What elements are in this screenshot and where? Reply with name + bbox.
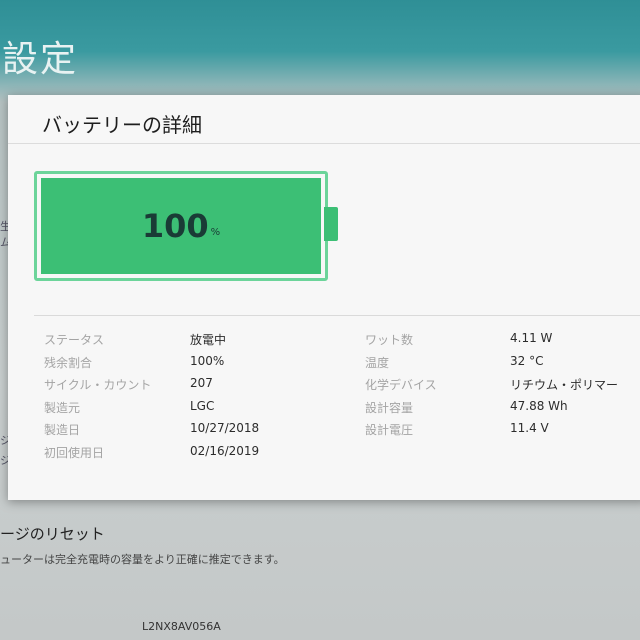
detail-label-chemistry: 化学デバイス <box>365 378 437 392</box>
detail-value-temperature: 32 °C <box>510 353 544 368</box>
detail-value-first-use-date: 02/16/2019 <box>190 443 260 458</box>
detail-value-design-voltage: 11.4 V <box>510 421 549 435</box>
detail-label-design-voltage: 設計電圧 <box>365 423 414 437</box>
battery-charge-value: 100 <box>141 207 209 245</box>
battery-details-dialog: バッテリーの詳細 100 % ステータス 残余割合 サイクル・カウント 製造元 … <box>8 95 640 500</box>
info-divider <box>34 315 640 316</box>
detail-value-design-capacity: 47.88 Wh <box>510 398 568 413</box>
reset-section-title: ージのリセット <box>0 525 105 543</box>
detail-label-manufacture-date: 製造日 <box>44 423 81 437</box>
details-right-labels: ワット数 温度 化学デバイス 設計容量 設計電圧 <box>365 331 437 444</box>
title-divider <box>8 143 640 144</box>
battery-charge-label: 100 % <box>37 174 325 278</box>
screen: 設定 生 ム ジ ジ ージのリセット ューターは完全充電時の容量をより正確に推定… <box>0 0 640 640</box>
settings-page-title: 設定 <box>2 39 79 80</box>
detail-value-status: 放電中 <box>190 333 227 347</box>
serial-number: L2NX8AV056A <box>142 620 221 633</box>
detail-value-manufacture-date: 10/27/2018 <box>190 421 260 435</box>
detail-value-manufacturer: LGC <box>190 398 215 413</box>
details-left-labels: ステータス 残余割合 サイクル・カウント 製造元 製造日 初回使用日 <box>44 331 151 466</box>
battery-charge-unit: % <box>210 226 221 238</box>
detail-label-cycle-count: サイクル・カウント <box>44 378 152 392</box>
dialog-title: バッテリーの詳細 <box>42 113 202 137</box>
detail-value-wattage: 4.11 W <box>510 331 553 345</box>
detail-value-cycle-count: 207 <box>190 376 213 390</box>
detail-label-status: ステータス <box>44 333 105 347</box>
reset-section-description: ューターは完全充電時の容量をより正確に推定できます。 <box>0 553 285 566</box>
detail-label-wattage: ワット数 <box>365 333 414 347</box>
detail-label-first-use-date: 初回使用日 <box>44 445 105 460</box>
detail-label-remaining: 残余割合 <box>44 355 93 370</box>
details-left-values: 放電中 100% 207 LGC 10/27/2018 02/16/2019 <box>190 331 259 466</box>
battery-gauge: 100 % <box>34 171 328 281</box>
detail-value-chemistry: リチウム・ポリマー <box>510 378 619 392</box>
detail-label-manufacturer: 製造元 <box>44 400 81 415</box>
detail-value-remaining: 100% <box>190 353 225 368</box>
details-right-values: 4.11 W 32 °C リチウム・ポリマー 47.88 Wh 11.4 V <box>510 331 618 444</box>
battery-terminal-icon <box>324 207 338 241</box>
detail-label-temperature: 温度 <box>365 355 390 370</box>
detail-label-design-capacity: 設計容量 <box>365 400 414 415</box>
